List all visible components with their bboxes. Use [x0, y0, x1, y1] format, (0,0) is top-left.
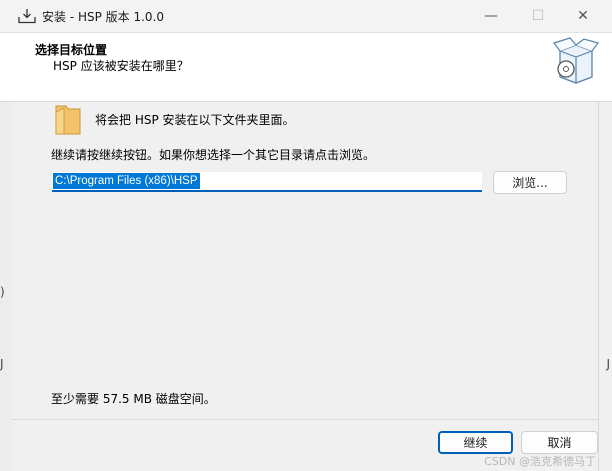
installer-download-icon — [18, 9, 36, 24]
cancel-button[interactable]: 取消 — [521, 431, 598, 454]
background-glyph: J — [0, 357, 4, 371]
watermark: CSDN @浩克希德马丁 — [484, 455, 596, 468]
minimize-button[interactable]: — — [468, 0, 514, 32]
window-title: 安装 - HSP 版本 1.0.0 — [42, 10, 164, 24]
install-location-text: 将会把 HSP 安装在以下文件夹里面。 — [95, 113, 295, 127]
title-bar[interactable]: 安装 - HSP 版本 1.0.0 — ☐ ✕ — [0, 0, 612, 33]
background-glyph: ) — [0, 285, 5, 299]
instruction-text: 继续请按继续按钮。如果你想选择一个其它目录请点击浏览。 — [51, 148, 376, 162]
next-button[interactable]: 继续 — [438, 431, 513, 454]
page-title: 选择目标位置 — [35, 43, 108, 57]
disk-space-requirement: 至少需要 57.5 MB 磁盘空间。 — [51, 392, 216, 406]
footer-divider — [12, 419, 598, 420]
maximize-button[interactable]: ☐ — [515, 0, 561, 32]
close-button[interactable]: ✕ — [560, 0, 606, 32]
folder-icon — [55, 105, 81, 135]
wizard-header: 选择目标位置 HSP 应该被安装在哪里？ — [0, 33, 612, 102]
installer-window: 安装 - HSP 版本 1.0.0 — ☐ ✕ 选择目标位置 HSP 应该被安装… — [0, 0, 612, 471]
page-subtitle: HSP 应该被安装在哪里？ — [53, 59, 189, 73]
install-path-value[interactable]: C:\Program Files (x86)\HSP — [53, 173, 200, 189]
background-glyph: J — [606, 357, 610, 371]
browse-button[interactable]: 浏览... — [493, 171, 567, 194]
setup-box-icon — [553, 37, 600, 84]
